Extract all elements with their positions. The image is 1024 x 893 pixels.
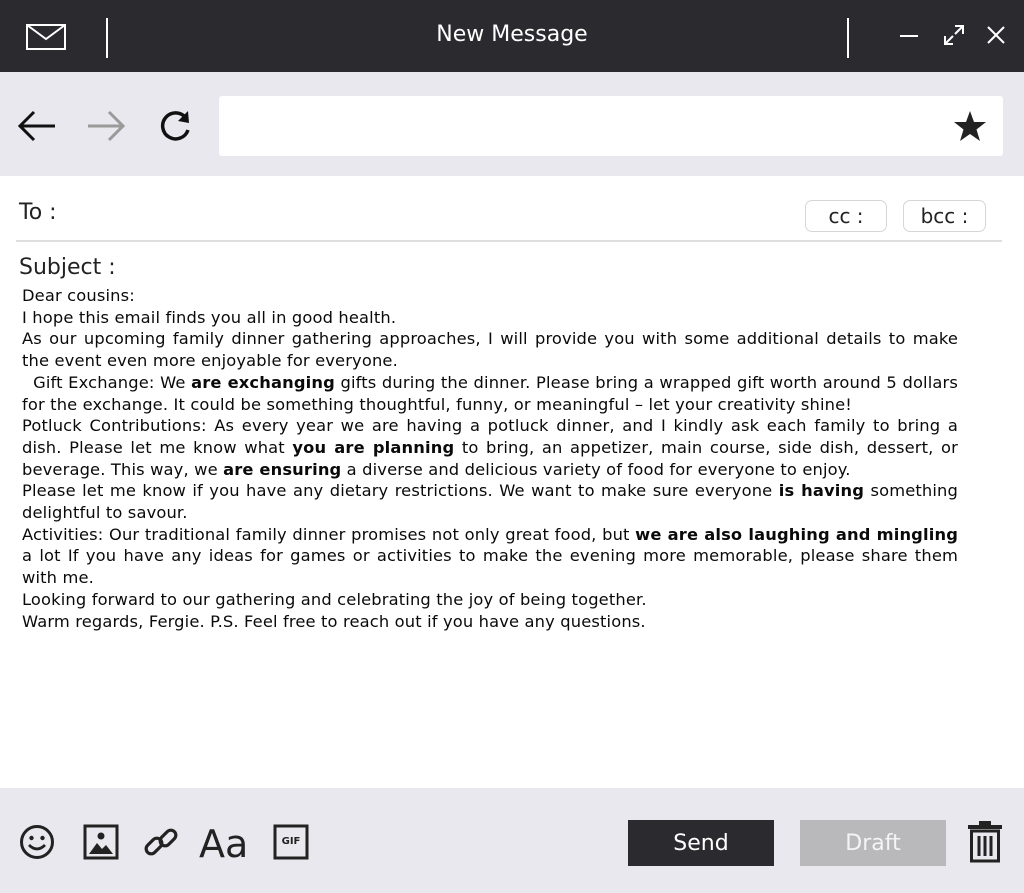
star-icon[interactable]: [953, 110, 987, 142]
title-separator-right: [847, 18, 849, 58]
body-line: I hope this email finds you all in good …: [22, 307, 397, 327]
body-greeting: Dear cousins:: [22, 286, 135, 305]
body-signature: Warm regards, Fergie. P.S. Feel free to …: [22, 611, 646, 631]
divider: [16, 240, 1002, 242]
send-button[interactable]: Send: [628, 820, 774, 866]
body-paragraph-intro: As our upcoming family dinner gathering …: [22, 329, 958, 371]
subject-input[interactable]: [115, 252, 919, 286]
title-bar: New Message: [0, 0, 1024, 72]
to-input[interactable]: [70, 196, 794, 232]
body-paragraph-activities: Activities: Our traditional family dinne…: [22, 524, 958, 588]
body-closing: Looking forward to our gathering and cel…: [22, 589, 647, 609]
minimize-icon[interactable]: [898, 24, 920, 46]
maximize-icon[interactable]: [943, 24, 965, 46]
compose-toolbar: Aa GIF Send Draft: [0, 788, 1024, 893]
cc-button[interactable]: cc :: [805, 200, 887, 232]
window-title: New Message: [436, 22, 588, 47]
body-paragraph-gift: Gift Exchange: We are exchanging gifts d…: [22, 372, 964, 414]
back-arrow-icon[interactable]: [17, 108, 57, 144]
nav-bar: [0, 72, 1024, 176]
image-icon[interactable]: [83, 824, 119, 860]
font-icon[interactable]: Aa: [199, 824, 248, 864]
forward-arrow-icon[interactable]: [86, 108, 126, 144]
draft-button[interactable]: Draft: [800, 820, 946, 866]
close-icon[interactable]: [985, 24, 1007, 46]
message-body[interactable]: Dear cousins: I hope this email finds yo…: [22, 285, 958, 632]
body-paragraph-potluck: Potluck Contributions: As every year we …: [22, 416, 958, 479]
link-icon[interactable]: [143, 824, 179, 860]
gif-icon[interactable]: GIF: [273, 824, 309, 860]
refresh-icon[interactable]: [156, 108, 196, 144]
body-paragraph-dietary: Please let me know if you have any dieta…: [22, 481, 958, 523]
subject-label: Subject :: [19, 255, 116, 280]
recipient-row: To : cc : bcc :: [0, 176, 1024, 240]
address-bar[interactable]: [219, 96, 1003, 158]
to-label: To :: [19, 200, 57, 225]
trash-icon[interactable]: [967, 821, 1003, 863]
bcc-button[interactable]: bcc :: [903, 200, 986, 232]
gif-label: GIF: [281, 836, 301, 847]
address-input[interactable]: [233, 96, 937, 158]
emoji-icon[interactable]: [19, 824, 55, 860]
